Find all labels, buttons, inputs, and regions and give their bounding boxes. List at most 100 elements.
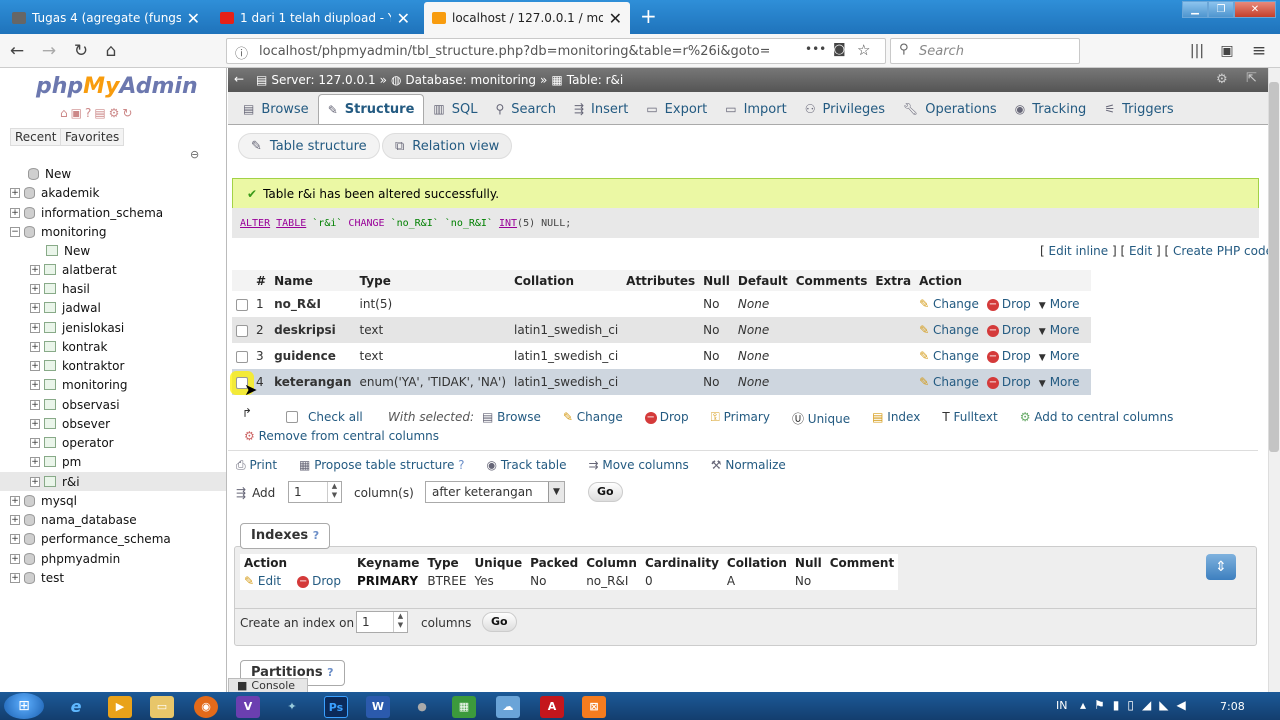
tab-structure[interactable]: ✎ Structure: [317, 94, 425, 124]
tree-table-hasil[interactable]: + hasil: [0, 279, 226, 298]
browser-tab-youtube[interactable]: 1 dari 1 telah diupload - YouTube ✕: [212, 2, 418, 34]
phpmyadmin-logo[interactable]: phpMyAdmin: [36, 74, 198, 99]
expand-icon[interactable]: +: [10, 495, 20, 506]
bookmark-star-icon[interactable]: ☆: [857, 41, 870, 59]
expand-icon[interactable]: +: [30, 437, 40, 448]
tree-table-operator[interactable]: + operator: [0, 433, 226, 452]
subtab-relation-view[interactable]: ⧉ Relation view: [382, 133, 513, 159]
expand-icon[interactable]: +: [30, 476, 40, 487]
row-checkbox[interactable]: [236, 324, 248, 337]
url-bar[interactable]: ⓘ localhost/phpmyadmin/tbl_structure.php…: [226, 38, 886, 64]
firefox-icon[interactable]: ◉: [194, 696, 218, 718]
remove-from-central-columns-button[interactable]: ⚙ Remove from central columns: [244, 429, 439, 443]
tree-table-monitoring[interactable]: + monitoring: [0, 375, 226, 394]
add-column-go-button[interactable]: Go: [588, 482, 623, 502]
dark-app-icon[interactable]: ●: [410, 696, 434, 718]
print-button[interactable]: ⎙ Print: [236, 458, 277, 473]
library-icon[interactable]: |||: [1186, 40, 1208, 62]
help-icon[interactable]: ?: [327, 666, 333, 679]
sidebar-toggle-icon[interactable]: ▣: [1216, 40, 1238, 62]
create-index-go-button[interactable]: Go: [482, 612, 517, 632]
page-actions-icon[interactable]: •••: [805, 42, 826, 56]
bulk-unique-button[interactable]: Ⓤ Unique: [792, 410, 850, 427]
row-checkbox[interactable]: [236, 350, 248, 363]
photoshop-icon[interactable]: Ps: [324, 696, 348, 718]
bulk-index-button[interactable]: ▤ Index: [872, 410, 920, 427]
drop-column-button[interactable]: − Drop: [986, 323, 1031, 337]
file-explorer-icon[interactable]: ▭: [150, 696, 174, 718]
sidebar-tab-recent[interactable]: Recent: [10, 128, 62, 146]
tree-db-information-schema[interactable]: + information_schema: [0, 203, 226, 222]
tree-table-jadwal[interactable]: + jadwal: [0, 298, 226, 317]
expand-icon[interactable]: +: [30, 399, 40, 410]
edit-index-button[interactable]: ✎ Edit: [244, 574, 281, 588]
network-app-icon[interactable]: ✦: [280, 696, 304, 718]
help-icon[interactable]: ?: [458, 458, 464, 472]
bulk-change-button[interactable]: ✎ Change: [563, 410, 623, 427]
tree-table-jenislokasi[interactable]: + jenislokasi: [0, 318, 226, 337]
collapse-top-icon[interactable]: ⇱: [1246, 71, 1257, 86]
create-php-code-link[interactable]: Create PHP code: [1173, 244, 1268, 258]
tree-table-alatberat[interactable]: + alatberat: [0, 260, 226, 279]
tray-icons[interactable]: ▴⚑▮▯◢◣◀: [1080, 698, 1194, 712]
close-tab-icon[interactable]: ✕: [397, 9, 410, 28]
tab-search[interactable]: ⚲ Search: [486, 94, 564, 124]
settings-gear-icon[interactable]: ⚙: [1216, 72, 1228, 87]
spinner-icon[interactable]: ▲ ▼: [327, 482, 341, 502]
subtab-table-structure[interactable]: ✎ Table structure: [238, 133, 380, 159]
spinner-icon[interactable]: ▲ ▼: [393, 612, 407, 632]
back-icon[interactable]: ←: [6, 40, 28, 62]
propose-structure-button[interactable]: ▦ Propose table structure ?: [299, 458, 464, 473]
drop-column-button[interactable]: − Drop: [986, 375, 1031, 389]
tree-table-new[interactable]: New: [0, 241, 226, 260]
tab-privileges[interactable]: ⚇ Privileges: [796, 94, 894, 124]
drop-column-button[interactable]: − Drop: [986, 349, 1031, 363]
check-all-control[interactable]: Check all: [286, 410, 363, 424]
tab-import[interactable]: ▭ Import: [716, 94, 796, 124]
tree-table-r-and-i[interactable]: + r&i: [0, 472, 226, 491]
add-to-central-columns-button[interactable]: ⚙ Add to central columns: [1020, 410, 1174, 427]
tree-db-akademik[interactable]: + akademik: [0, 183, 226, 202]
tree-table-kontrak[interactable]: + kontrak: [0, 337, 226, 356]
edit-link[interactable]: Edit: [1129, 244, 1152, 258]
expand-icon[interactable]: +: [10, 187, 20, 198]
expand-icon[interactable]: +: [10, 207, 20, 218]
move-columns-button[interactable]: ⇉ Move columns: [588, 458, 688, 473]
tree-db-monitoring[interactable]: − monitoring: [0, 222, 226, 241]
tree-db-nama-database[interactable]: + nama_database: [0, 510, 226, 529]
expand-icon[interactable]: +: [30, 264, 40, 275]
collapse-link-icon[interactable]: ⊖: [190, 148, 199, 161]
sidebar-tab-favorites[interactable]: Favorites: [60, 128, 125, 146]
more-menu-button[interactable]: ▼ More: [1039, 349, 1080, 363]
close-tab-icon[interactable]: ✕: [187, 9, 200, 28]
tree-db-phpmyadmin[interactable]: + phpmyadmin: [0, 549, 226, 568]
visual-studio-icon[interactable]: V: [236, 696, 260, 718]
tree-table-pm[interactable]: + pm: [0, 452, 226, 471]
info-icon[interactable]: ⓘ: [235, 43, 248, 62]
word-icon[interactable]: W: [366, 696, 390, 718]
internet-explorer-icon[interactable]: e: [64, 696, 88, 718]
minimize-icon[interactable]: ▁: [1182, 1, 1208, 18]
tab-triggers[interactable]: ⚟ Triggers: [1095, 94, 1182, 124]
edit-inline-link[interactable]: Edit inline: [1049, 244, 1109, 258]
add-column-position-select[interactable]: after keterangan ▼: [425, 481, 565, 503]
close-tab-icon[interactable]: ✕: [609, 9, 622, 28]
collapse-icon[interactable]: −: [10, 226, 20, 237]
tree-db-performance-schema[interactable]: + performance_schema: [0, 529, 226, 548]
close-window-icon[interactable]: ✕: [1234, 1, 1276, 18]
tab-browse[interactable]: ▤ Browse: [234, 94, 318, 124]
expand-icon[interactable]: +: [30, 341, 40, 352]
tab-operations[interactable]: 🔧︎ Operations: [894, 94, 1006, 124]
folder-app-icon[interactable]: ☁: [496, 696, 520, 718]
bulk-primary-button[interactable]: ⚿ Primary: [711, 410, 770, 427]
xampp-icon[interactable]: ⊠: [582, 696, 606, 718]
acrobat-icon[interactable]: A: [540, 696, 564, 718]
bulk-browse-button[interactable]: ▤ Browse: [482, 410, 541, 427]
clock[interactable]: 7:08: [1220, 700, 1245, 713]
new-tab-icon[interactable]: +: [640, 4, 657, 28]
browser-tab-tugas[interactable]: Tugas 4 (agregate (fungsi string ✕: [4, 2, 208, 34]
tree-db-mysql[interactable]: + mysql: [0, 491, 226, 510]
tree-table-observasi[interactable]: + observasi: [0, 395, 226, 414]
bulk-fulltext-button[interactable]: T Fulltext: [942, 410, 997, 427]
more-menu-button[interactable]: ▼ More: [1039, 297, 1080, 311]
